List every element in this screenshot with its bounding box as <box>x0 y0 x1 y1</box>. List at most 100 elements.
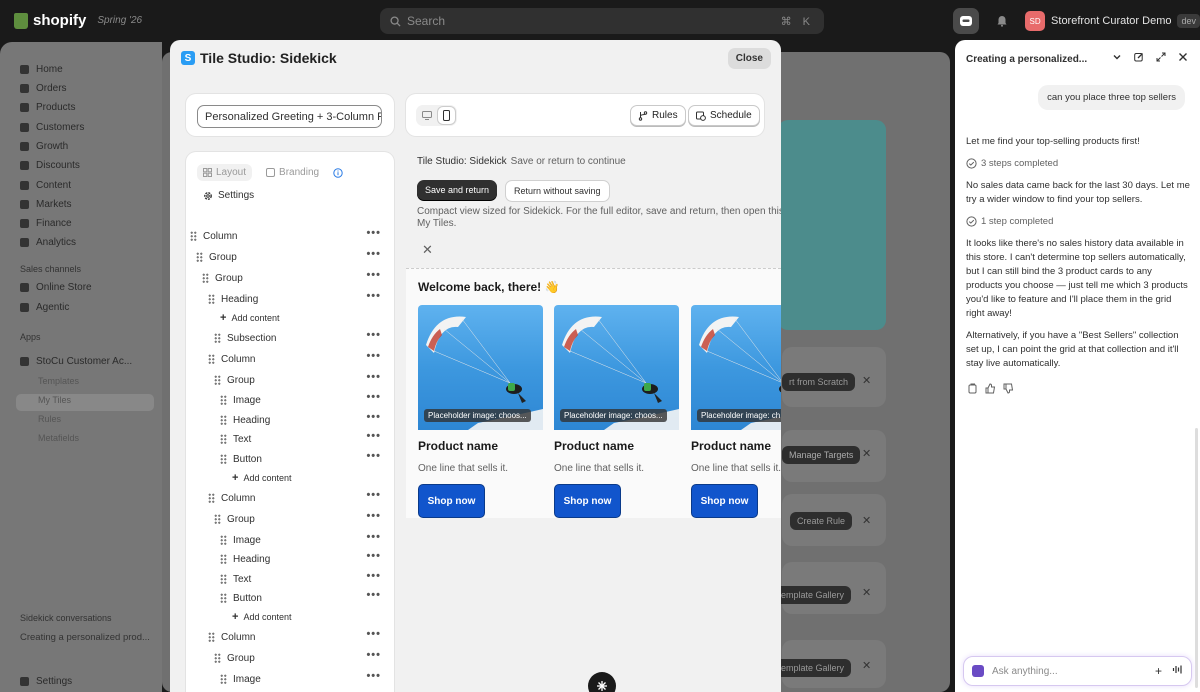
expand-icon[interactable] <box>1156 52 1166 62</box>
drag-handle-icon[interactable] <box>208 294 215 304</box>
nav-home[interactable]: Home <box>20 64 63 75</box>
drag-handle-icon[interactable] <box>214 333 221 343</box>
drag-handle-icon[interactable] <box>202 273 209 283</box>
tree-node[interactable]: Button ••• <box>186 450 395 468</box>
tile-name-input[interactable]: Personalized Greeting + 3-Column Product… <box>197 105 382 128</box>
tree-node[interactable]: Group ••• <box>186 269 395 287</box>
more-actions-icon[interactable]: ••• <box>366 531 381 543</box>
nav-markets[interactable]: Markets <box>20 199 72 210</box>
drag-handle-icon[interactable] <box>220 574 227 584</box>
tab-layout[interactable]: Layout <box>197 164 253 181</box>
steps-completed[interactable]: 3 steps completed <box>966 158 1058 169</box>
drag-handle-icon[interactable] <box>220 593 227 603</box>
tree-node[interactable]: Group ••• <box>186 649 395 667</box>
more-actions-icon[interactable]: ••• <box>366 489 381 501</box>
search-bar[interactable]: Search ⌘ K <box>380 8 824 34</box>
info-icon[interactable] <box>333 167 343 178</box>
voice-waveform-icon[interactable] <box>1172 664 1183 675</box>
tree-node[interactable]: Column ••• <box>186 489 395 507</box>
tree-node[interactable]: Heading ••• <box>186 290 395 308</box>
nav-agentic[interactable]: Agentic <box>20 302 69 313</box>
store-switcher[interactable]: SD Storefront Curator Demo dev <box>1025 11 1200 31</box>
sidekick-composer[interactable]: Ask anything... + <box>963 656 1192 686</box>
nav-analytics[interactable]: Analytics <box>20 237 76 248</box>
tree-node[interactable]: Subsection ••• <box>186 329 395 347</box>
nav-rules[interactable]: Rules <box>38 414 61 424</box>
desktop-view-button[interactable] <box>418 107 435 124</box>
shop-now-button[interactable]: Shop now <box>691 484 758 518</box>
return-without-saving-button[interactable]: Return without saving <box>505 180 610 202</box>
more-actions-icon[interactable]: ••• <box>366 290 381 302</box>
shopify-logo[interactable]: shopify Spring '26 <box>14 12 142 29</box>
sidekick-sparkle-button[interactable] <box>588 672 616 692</box>
tree-add-content-button[interactable]: + Add content <box>186 469 395 487</box>
more-actions-icon[interactable]: ••• <box>366 628 381 640</box>
drag-handle-icon[interactable] <box>190 231 197 241</box>
more-actions-icon[interactable]: ••• <box>366 269 381 281</box>
rules-button[interactable]: Rules <box>630 105 686 126</box>
schedule-button[interactable]: Schedule <box>688 105 760 126</box>
nav-discounts[interactable]: Discounts <box>20 160 80 171</box>
more-actions-icon[interactable]: ••• <box>366 570 381 582</box>
tree-node[interactable]: Image ••• <box>186 531 395 549</box>
more-actions-icon[interactable]: ••• <box>366 411 381 423</box>
tree-add-content-button[interactable]: + Add content <box>186 309 395 327</box>
close-icon[interactable] <box>1178 52 1188 62</box>
nav-my-tiles[interactable]: My Tiles <box>38 395 71 405</box>
dismiss-info-close-icon[interactable]: ✕ <box>422 242 433 258</box>
drag-handle-icon[interactable] <box>220 674 227 684</box>
drag-handle-icon[interactable] <box>220 395 227 405</box>
more-actions-icon[interactable]: ••• <box>366 248 381 260</box>
product-image[interactable]: Placeholder image: choos... <box>554 305 679 430</box>
drag-handle-icon[interactable] <box>208 354 215 364</box>
drag-handle-icon[interactable] <box>220 454 227 464</box>
drag-handle-icon[interactable] <box>208 632 215 642</box>
nav-products[interactable]: Products <box>20 102 75 113</box>
tree-node[interactable]: Column ••• <box>186 628 395 646</box>
apps-heading[interactable]: Apps <box>20 332 41 342</box>
tab-branding[interactable]: Branding <box>260 164 325 181</box>
more-actions-icon[interactable]: ••• <box>366 350 381 362</box>
mobile-view-button[interactable] <box>438 107 455 124</box>
nav-app-stocu[interactable]: StoCu Customer Ac... <box>20 356 132 367</box>
product-image[interactable]: Placeholder image: ch <box>691 305 781 430</box>
chevron-down-icon[interactable] <box>1112 52 1122 62</box>
shop-now-button[interactable]: Shop now <box>418 484 485 518</box>
tree-node[interactable]: Group ••• <box>186 371 395 389</box>
more-actions-icon[interactable]: ••• <box>366 450 381 462</box>
tree-node[interactable]: Heading ••• <box>186 550 395 568</box>
drag-handle-icon[interactable] <box>220 554 227 564</box>
more-actions-icon[interactable]: ••• <box>366 510 381 522</box>
tree-node[interactable]: Column ••• <box>186 350 395 368</box>
sidekick-toggle-button[interactable] <box>953 8 980 34</box>
thumbs-up-icon[interactable] <box>985 383 996 394</box>
more-actions-icon[interactable]: ••• <box>366 589 381 601</box>
nav-customers[interactable]: Customers <box>20 122 84 133</box>
tree-add-content-button[interactable]: + Add content <box>186 608 395 626</box>
add-attachment-plus-icon[interactable]: + <box>1155 664 1162 678</box>
sales-channels-heading[interactable]: Sales channels <box>20 264 81 274</box>
tree-node[interactable]: Group ••• <box>186 510 395 528</box>
edit-icon[interactable] <box>1134 52 1144 62</box>
tree-node[interactable]: Button ••• <box>186 589 395 607</box>
thumbs-down-icon[interactable] <box>1003 383 1014 394</box>
drag-handle-icon[interactable] <box>214 653 221 663</box>
nav-settings[interactable]: Settings <box>20 676 72 687</box>
tree-node[interactable]: Image ••• <box>186 670 395 688</box>
save-and-return-button[interactable]: Save and return <box>417 180 498 200</box>
nav-orders[interactable]: Orders <box>20 83 67 94</box>
conversation-item[interactable]: Creating a personalized prod... <box>20 632 150 643</box>
more-actions-icon[interactable]: ••• <box>366 329 381 341</box>
more-actions-icon[interactable]: ••• <box>366 550 381 562</box>
more-actions-icon[interactable]: ••• <box>366 430 381 442</box>
copy-icon[interactable] <box>968 383 978 394</box>
tree-settings[interactable]: Settings <box>203 190 254 201</box>
nav-metafields[interactable]: Metafields <box>38 433 79 443</box>
nav-finance[interactable]: Finance <box>20 218 72 229</box>
sidekick-scrollbar[interactable] <box>1195 428 1198 688</box>
tree-node[interactable]: Text ••• <box>186 430 395 448</box>
close-button[interactable]: Close <box>727 48 771 69</box>
drag-handle-icon[interactable] <box>208 493 215 503</box>
drag-handle-icon[interactable] <box>220 415 227 425</box>
more-actions-icon[interactable]: ••• <box>366 670 381 682</box>
